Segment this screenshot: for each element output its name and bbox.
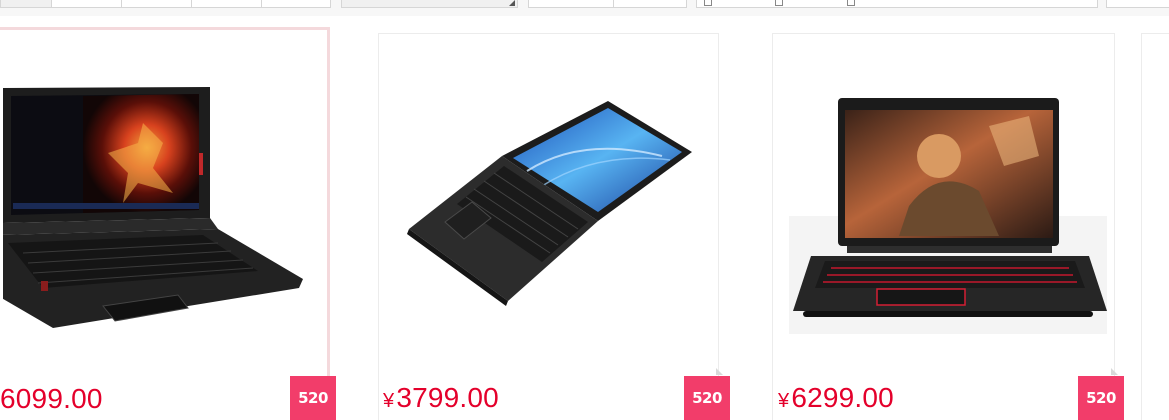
dropdown-corner-icon [509, 0, 515, 6]
filter-tab[interactable] [1106, 0, 1169, 8]
promo-badge: 520 [1078, 376, 1124, 420]
product-image[interactable] [402, 96, 694, 316]
options-box [696, 0, 1098, 8]
page-button[interactable] [613, 0, 687, 8]
product-card[interactable]: ¥6299.00 520 [772, 33, 1124, 420]
page-input[interactable] [528, 0, 614, 8]
card-corner-fold [716, 368, 723, 375]
checkbox-icon[interactable] [775, 0, 783, 6]
product-price: ¥3799.00 [383, 382, 499, 413]
filter-bar [0, 0, 1169, 16]
filter-tab[interactable] [0, 0, 52, 8]
card-corner-fold [1111, 368, 1118, 375]
promo-badge: 520 [290, 376, 336, 420]
filter-tab[interactable] [191, 0, 262, 8]
product-card[interactable] [1141, 33, 1169, 420]
product-price: 6099.00 [0, 383, 103, 414]
price-range-input[interactable] [341, 0, 518, 8]
checkbox-icon[interactable] [704, 0, 712, 6]
filter-tab[interactable] [51, 0, 122, 8]
checkbox-icon[interactable] [847, 0, 855, 6]
product-card[interactable]: ¥3799.00 520 [378, 33, 730, 420]
filter-tab[interactable] [261, 0, 331, 8]
product-price: ¥6299.00 [778, 382, 894, 413]
promo-badge: 520 [684, 376, 730, 420]
product-card[interactable]: 6099.00 520 [0, 27, 336, 420]
product-image[interactable] [3, 83, 303, 333]
product-image[interactable] [789, 96, 1107, 334]
filter-tab[interactable] [121, 0, 192, 8]
